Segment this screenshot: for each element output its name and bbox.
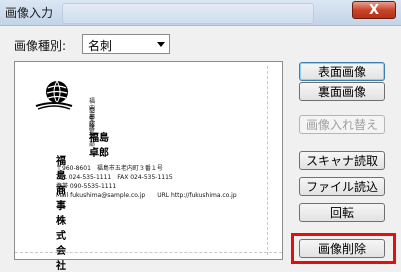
back-image-button[interactable]: 裏面画像 — [299, 82, 385, 101]
swap-image-button[interactable]: 画像入れ替え — [299, 115, 385, 134]
file-load-button[interactable]: ファイル読込 — [299, 177, 385, 196]
card-address: 〒960-8601 福島市五老内町３番１号 — [56, 165, 163, 172]
window-title: 画像入力 — [5, 6, 54, 20]
card-mail-url: Mail fukushima@sample.co.jp URL http://f… — [56, 192, 237, 199]
image-type-value: 名刺 — [88, 39, 113, 53]
image-type-select[interactable]: 名刺 — [82, 34, 170, 54]
preview-vertical-guide — [267, 66, 268, 255]
rotate-button[interactable]: 回転 — [299, 203, 385, 222]
globe-logo-icon — [35, 80, 73, 110]
chevron-down-icon — [157, 42, 165, 47]
image-type-label: 画像種別: — [14, 39, 67, 53]
card-mobile: 携帯 090-5535-1111 — [56, 183, 117, 190]
scanner-read-button[interactable]: スキャナ読取 — [299, 151, 385, 170]
front-image-button[interactable]: 表面画像 — [299, 62, 385, 81]
card-person-name: 福島 卓郎 — [89, 133, 119, 159]
close-button[interactable]: X — [352, 1, 396, 19]
title-bar: 画像入力 X — [0, 0, 401, 26]
image-preview: 福島支店 内部監査部 支店長 福島 卓郎 福島商事株式会社 〒960-8601 … — [14, 61, 283, 272]
delete-highlight-frame — [291, 233, 396, 264]
preview-horizontal-guide — [15, 252, 282, 253]
background-window-strip — [62, 3, 314, 24]
card-tel-fax: TEL 024-535-1111 FAX 024-535-1115 — [56, 174, 173, 181]
